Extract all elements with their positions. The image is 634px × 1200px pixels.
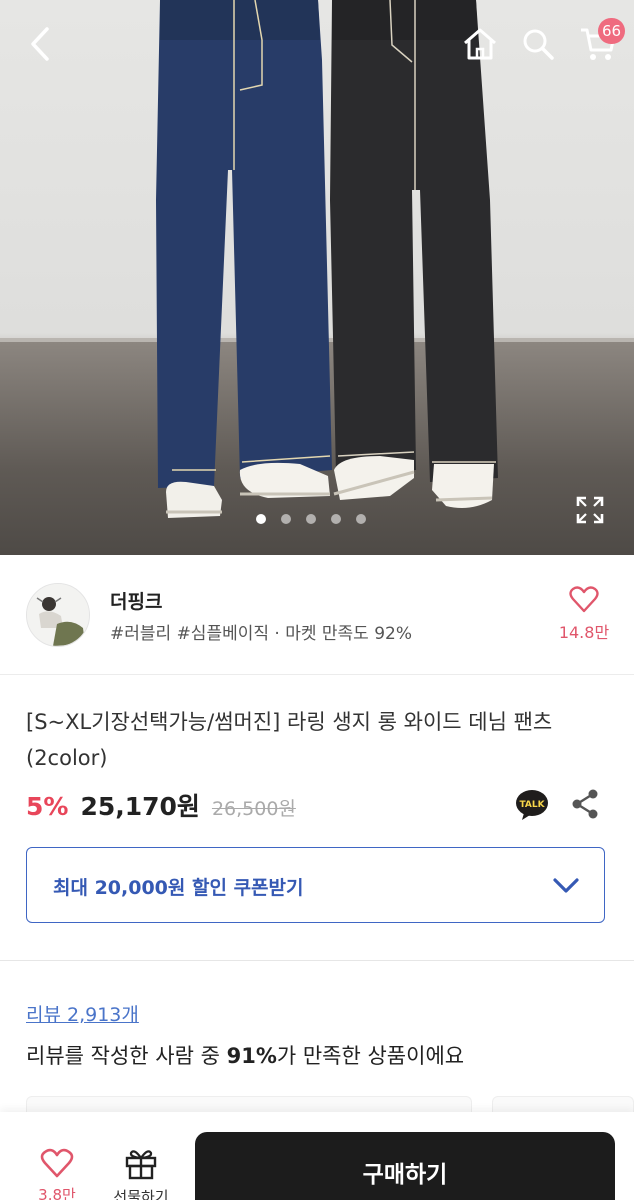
- pagination-dot[interactable]: [356, 514, 366, 524]
- pagination-dot[interactable]: [281, 514, 291, 524]
- review-summary-suffix: 가 만족한 상품이에요: [276, 1044, 465, 1068]
- review-satisfaction-pct: 91%: [226, 1044, 277, 1068]
- kakao-talk-icon: TALK: [516, 790, 548, 820]
- svg-text:TALK: TALK: [519, 800, 545, 810]
- coupon-button[interactable]: 최대 20,000원 할인 쿠폰받기: [26, 847, 605, 923]
- gift-icon: [125, 1150, 157, 1180]
- seller-avatar[interactable]: [26, 583, 90, 647]
- pagination-dot[interactable]: [256, 514, 266, 524]
- product-image-gallery[interactable]: 66: [0, 0, 634, 555]
- search-icon: [523, 29, 554, 60]
- gift-label: 선물하기: [113, 1188, 169, 1200]
- home-button[interactable]: [458, 22, 502, 66]
- product-photo: [156, 0, 498, 518]
- product-title: [S~XL기장선택가능/썸머진] 라링 생지 롱 와이드 데님 팬츠 (2col…: [26, 710, 553, 770]
- like-count: 3.8만: [38, 1186, 76, 1200]
- heart-outline-icon: [569, 586, 599, 613]
- back-button[interactable]: [18, 22, 62, 66]
- chevron-down-icon: [553, 878, 579, 893]
- coupon-label: 최대 20,000원 할인 쿠폰받기: [53, 877, 304, 899]
- review-summary-prefix: 리뷰를 작성한 사람 중: [26, 1044, 227, 1068]
- review-summary: 리뷰를 작성한 사람 중 91%가 만족한 상품이에요: [26, 1040, 464, 1070]
- search-button[interactable]: [516, 22, 560, 66]
- gift-button[interactable]: 선물하기: [98, 1148, 184, 1200]
- section-divider: [0, 960, 634, 961]
- expand-image-button[interactable]: [570, 490, 610, 530]
- gallery-pagination: [256, 514, 366, 524]
- kakao-talk-button[interactable]: TALK: [514, 788, 550, 822]
- cart-count-badge: 66: [598, 18, 626, 44]
- bottom-action-bar: 3.8만 선물하기 구매하기: [0, 1112, 634, 1200]
- home-icon: [464, 28, 496, 60]
- original-price: 26,500원: [211, 798, 296, 820]
- favorite-seller-button[interactable]: 14.8만: [552, 585, 616, 643]
- chevron-left-icon: [31, 27, 49, 61]
- favorite-count: 14.8만: [558, 623, 610, 642]
- heart-outline-icon: [40, 1148, 74, 1178]
- share-button[interactable]: [570, 788, 600, 820]
- seller-name[interactable]: 더핑크: [110, 587, 162, 614]
- buy-button[interactable]: 구매하기: [195, 1132, 615, 1200]
- price-row: 5% 25,170원 26,500원: [26, 787, 296, 823]
- seller-tags: #러블리 #심플베이직 · 마켓 만족도 92%: [110, 624, 413, 644]
- pagination-dot[interactable]: [331, 514, 341, 524]
- expand-icon: [576, 496, 604, 524]
- sale-price: 25,170원: [80, 792, 200, 821]
- like-product-button[interactable]: 3.8만: [14, 1148, 100, 1200]
- share-icon: [572, 789, 598, 819]
- review-count-link[interactable]: 리뷰 2,913개: [26, 1000, 139, 1027]
- pagination-dot[interactable]: [306, 514, 316, 524]
- seller-section[interactable]: 더핑크 #러블리 #심플베이직 · 마켓 만족도 92% 14.8만: [0, 555, 634, 675]
- discount-rate: 5%: [26, 792, 69, 821]
- seller-logo-image: [27, 584, 89, 646]
